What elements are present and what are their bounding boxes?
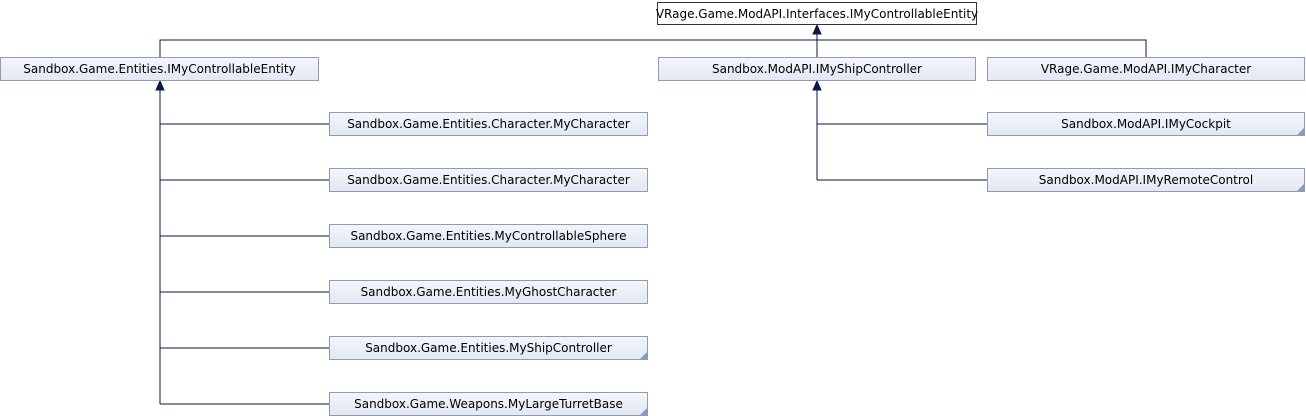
inheritance-diagram: VRage.Game.ModAPI.Interfaces.IMyControll… (0, 0, 1306, 416)
root-node[interactable]: VRage.Game.ModAPI.Interfaces.IMyControll… (655, 2, 979, 25)
node-imyshipcontroller[interactable]: Sandbox.ModAPI.IMyShipController (658, 57, 976, 81)
node-label: Sandbox.ModAPI.IMyCockpit (1061, 117, 1231, 131)
edge-entity-to-root (159, 39, 817, 57)
node-mycontrollablesphere[interactable]: Sandbox.Game.Entities.MyControllableSphe… (329, 224, 648, 248)
root-label: VRage.Game.ModAPI.Interfaces.IMyControll… (655, 6, 979, 21)
node-mylargeturretbase[interactable]: Sandbox.Game.Weapons.MyLargeTurretBase (329, 392, 648, 416)
node-mycharacter-2[interactable]: Sandbox.Game.Entities.Character.MyCharac… (329, 168, 648, 192)
arrowhead-entity (155, 79, 165, 91)
node-sandbox-imycontrollableentity[interactable]: Sandbox.Game.Entities.IMyControllableEnt… (0, 57, 319, 81)
node-label: VRage.Game.ModAPI.IMyCharacter (1040, 62, 1252, 76)
node-label: Sandbox.ModAPI.IMyShipController (711, 62, 922, 76)
node-label: Sandbox.Game.Entities.MyGhostCharacter (360, 285, 617, 299)
node-label: Sandbox.Game.Entities.MyControllableSphe… (350, 229, 627, 243)
arrowhead-root (812, 23, 822, 35)
edge-character-to-root (817, 39, 1147, 57)
more-children-marker (1297, 128, 1304, 135)
node-mycharacter-1[interactable]: Sandbox.Game.Entities.Character.MyCharac… (329, 112, 648, 136)
node-myghostcharacter[interactable]: Sandbox.Game.Entities.MyGhostCharacter (329, 280, 648, 304)
node-myshipcontroller[interactable]: Sandbox.Game.Entities.MyShipController (329, 336, 648, 360)
node-label: Sandbox.Game.Entities.IMyControllableEnt… (23, 62, 296, 76)
arrowhead-ship (812, 79, 822, 91)
node-imyremotecontrol[interactable]: Sandbox.ModAPI.IMyRemoteControl (987, 168, 1305, 192)
more-children-marker (640, 408, 647, 415)
more-children-marker (640, 352, 647, 359)
node-imycockpit[interactable]: Sandbox.ModAPI.IMyCockpit (987, 112, 1305, 136)
node-label: Sandbox.Game.Weapons.MyLargeTurretBase (354, 397, 623, 411)
node-imycharacter[interactable]: VRage.Game.ModAPI.IMyCharacter (987, 57, 1305, 81)
node-label: Sandbox.ModAPI.IMyRemoteControl (1038, 173, 1254, 187)
node-label: Sandbox.Game.Entities.Character.MyCharac… (347, 173, 630, 187)
more-children-marker (1297, 184, 1304, 191)
node-label: Sandbox.Game.Entities.Character.MyCharac… (347, 117, 630, 131)
node-label: Sandbox.Game.Entities.MyShipController (365, 341, 612, 355)
